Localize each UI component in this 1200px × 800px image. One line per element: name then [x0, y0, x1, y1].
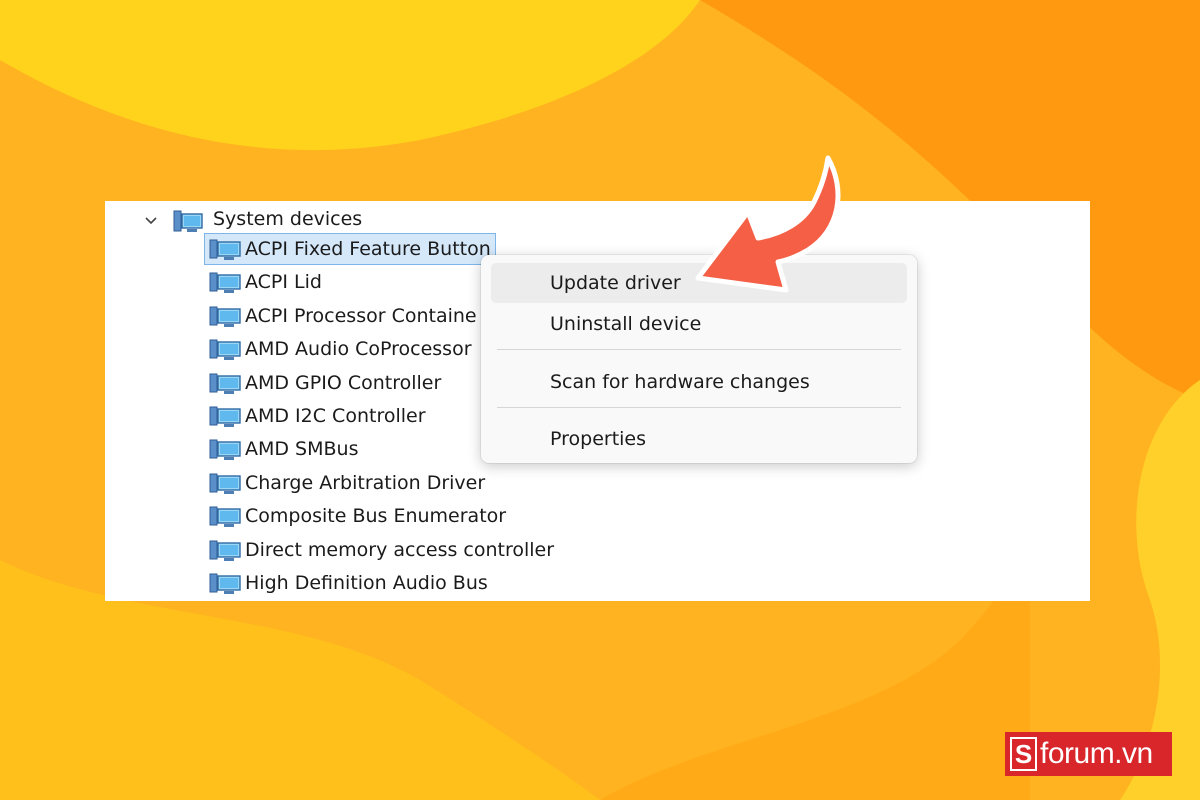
menu-item-label: Update driver — [550, 272, 681, 294]
menu-item-scan-for-hardware-changes[interactable]: Scan for hardware changes — [491, 362, 907, 402]
device-item-amd-smbus[interactable]: AMD SMBus — [205, 434, 363, 464]
menu-item-label: Uninstall device — [550, 313, 702, 335]
device-label: AMD Audio CoProcessor — [245, 338, 472, 361]
device-item-acpi-processor-container[interactable]: ACPI Processor Containe — [205, 301, 481, 331]
sforum-logo: S forum.vn — [1005, 732, 1172, 776]
device-label: Charge Arbitration Driver — [245, 471, 486, 494]
device-icon — [209, 503, 243, 529]
curved-arrow-icon — [690, 150, 860, 314]
device-icon — [209, 537, 243, 563]
device-item-acpi-lid[interactable]: ACPI Lid — [205, 267, 326, 297]
menu-separator — [497, 407, 901, 408]
device-label: ACPI Fixed Feature Button — [245, 238, 491, 260]
device-item-amd-i2c-controller[interactable]: AMD I2C Controller — [205, 401, 430, 431]
device-label: AMD GPIO Controller — [245, 371, 442, 394]
device-icon — [209, 336, 243, 362]
device-item-acpi-fixed-feature-button[interactable]: ACPI Fixed Feature Button — [204, 233, 496, 265]
device-item-amd-gpio-controller[interactable]: AMD GPIO Controller — [205, 368, 445, 398]
device-item-high-definition-audio-bus[interactable]: High Definition Audio Bus — [205, 568, 492, 598]
device-icon — [209, 436, 243, 462]
chevron-down-icon[interactable] — [143, 213, 159, 229]
device-icon — [209, 236, 243, 262]
menu-item-label: Scan for hardware changes — [550, 371, 810, 393]
device-icon — [209, 470, 243, 496]
device-icon — [209, 570, 243, 596]
device-item-composite-bus-enumerator[interactable]: Composite Bus Enumerator — [205, 501, 510, 531]
device-manager-icon — [173, 209, 205, 239]
tree-node-system-devices[interactable]: System devices — [105, 205, 505, 235]
device-label: AMD I2C Controller — [245, 405, 426, 427]
device-item-direct-memory-access-controller[interactable]: Direct memory access controller — [205, 535, 558, 565]
device-icon — [209, 303, 243, 329]
device-item-charge-arbitration-driver[interactable]: Charge Arbitration Driver — [205, 468, 489, 498]
device-label: ACPI Lid — [245, 271, 322, 294]
menu-item-properties[interactable]: Properties — [491, 419, 907, 459]
menu-separator — [497, 349, 901, 350]
logo-mark: S — [1010, 737, 1037, 771]
tree-root-label: System devices — [213, 208, 363, 230]
device-label: AMD SMBus — [245, 438, 359, 461]
device-label: Composite Bus Enumerator — [245, 505, 507, 528]
device-icon — [209, 403, 243, 429]
device-icon — [209, 370, 243, 396]
device-item-amd-audio-coprocessor[interactable]: AMD Audio CoProcessor — [205, 334, 476, 364]
device-icon — [209, 269, 243, 295]
menu-item-label: Properties — [550, 428, 647, 450]
logo-text: forum.vn — [1040, 737, 1153, 770]
device-label: Direct memory access controller — [245, 538, 555, 561]
device-label: ACPI Processor Containe — [245, 304, 477, 327]
device-label: High Definition Audio Bus — [245, 572, 488, 594]
